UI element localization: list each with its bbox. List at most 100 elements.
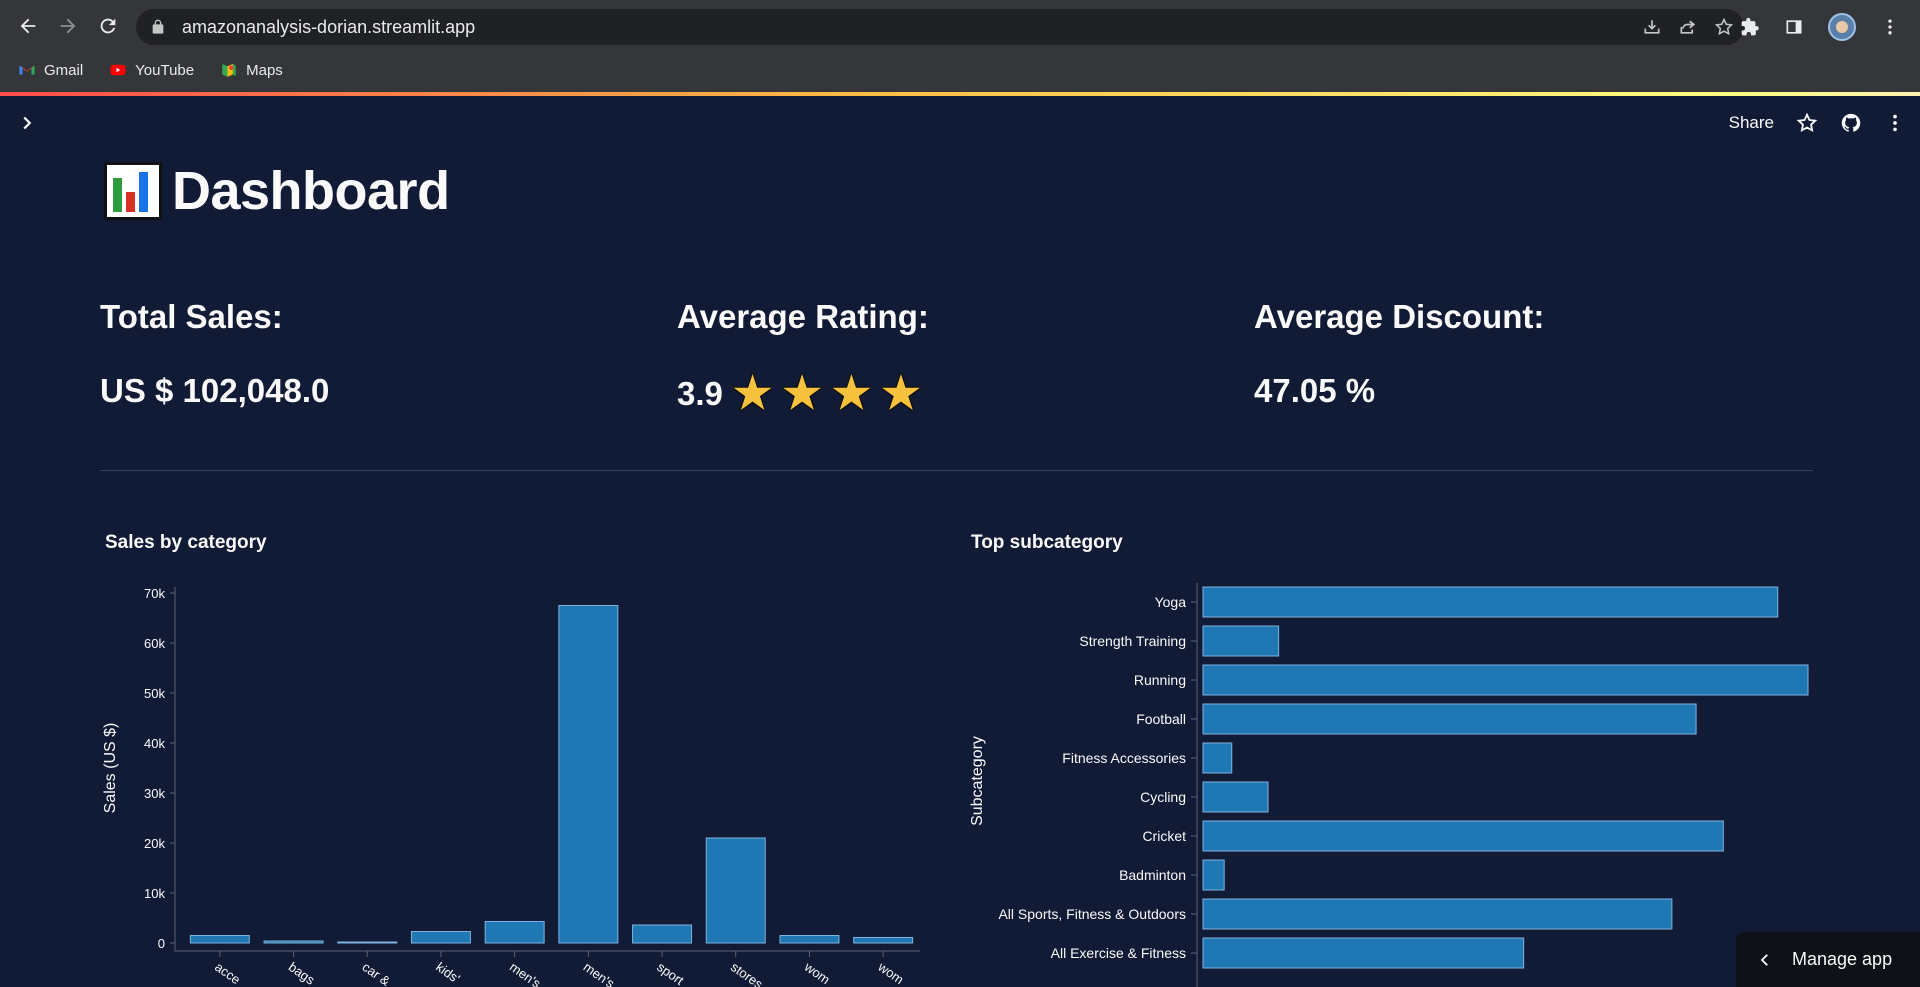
bookmark-youtube[interactable]: YouTube [109, 56, 202, 84]
y-tick-label: Fitness Accessories [1062, 750, 1186, 766]
star-icon: ★ [831, 369, 872, 418]
metric-label: Average Discount: [1254, 298, 1545, 335]
bar [189, 935, 250, 944]
x-tick-label: acce [212, 959, 243, 987]
bookmark-star-icon[interactable] [1714, 17, 1734, 37]
sales-by-category-chart: Sales (US $) 0 10k 20k 30k 40k 50k 60k 70k acce ba… [102, 586, 920, 987]
x-tick-label: men's [581, 959, 618, 987]
metric-value: 47.05 % [1254, 372, 1376, 409]
bar [1202, 898, 1673, 930]
manage-app-button[interactable]: Manage app [1736, 932, 1920, 987]
y-tick-label: Yoga [1155, 594, 1187, 610]
bar [1202, 703, 1697, 735]
bar [779, 935, 840, 944]
y-tick-label: 50k [144, 686, 165, 701]
github-icon[interactable] [1840, 112, 1862, 134]
y-tick-label: 0 [158, 936, 165, 951]
metric-average-rating: Average Rating: 3.9 ★ ★ ★ ★ [677, 298, 929, 416]
bar [632, 924, 693, 944]
bar [263, 940, 324, 944]
star-icon: ★ [881, 369, 921, 418]
star-icon: ★ [782, 369, 822, 418]
forward-button[interactable] [48, 6, 88, 46]
y-tick-label: Running [1134, 672, 1186, 688]
address-bar-actions [1642, 9, 1734, 45]
x-tick-label: stores [728, 959, 766, 987]
metric-value: 3.9 [677, 375, 723, 412]
metric-average-discount: Average Discount: 47.05 % [1254, 298, 1544, 410]
extensions-icon[interactable] [1740, 17, 1760, 37]
y-tick-label: 40k [144, 736, 165, 751]
back-button[interactable] [8, 6, 48, 46]
metric-label: Average Rating: [677, 298, 929, 335]
app-header-actions: Share [1729, 108, 1906, 138]
x-tick-label: men's [507, 959, 544, 987]
app-header: Share [0, 96, 1920, 150]
browser-toolbar: amazonanalysis-dorian.streamlit.app [0, 0, 1920, 52]
y-tick-label: Cricket [1142, 828, 1186, 844]
divider [100, 470, 1813, 471]
x-tick-label: wom [875, 959, 907, 987]
y-tick-label: 30k [144, 786, 165, 801]
bar [1202, 859, 1225, 891]
y-tick-label: Cycling [1140, 789, 1186, 805]
x-tick-label: wom [801, 959, 833, 987]
profile-avatar[interactable] [1828, 13, 1856, 41]
bar [1202, 820, 1724, 852]
y-tick-label: Strength Training [1079, 633, 1186, 649]
y-tick-label: All Exercise & Fitness [1051, 945, 1186, 961]
expand-sidebar-chevron-icon[interactable] [16, 112, 38, 134]
browser-right-icons [1740, 10, 1900, 44]
y-axis-label: Sales (US $) [102, 723, 119, 814]
share-page-icon[interactable] [1678, 17, 1698, 37]
lock-icon [152, 19, 164, 34]
chart-title-top-subcategory: Top subcategory [971, 532, 1123, 553]
y-tick-label: Badminton [1119, 867, 1186, 883]
favorite-star-icon[interactable] [1796, 112, 1818, 134]
bar [558, 605, 619, 944]
install-app-icon[interactable] [1642, 17, 1662, 37]
bar [484, 921, 545, 944]
top-subcategory-chart: Subcategory Yoga Strength Training Running F… [969, 583, 1809, 987]
metric-value: US $ 102,048.0 [100, 372, 330, 409]
bar [337, 941, 398, 944]
metric-label: Total Sales: [100, 298, 283, 335]
back-arrow-icon [20, 18, 36, 34]
bar [1202, 664, 1809, 696]
chart-title-sales-by-category: Sales by category [105, 532, 267, 553]
y-tick-label: 20k [144, 836, 165, 851]
bar [1202, 625, 1280, 657]
reload-button[interactable] [88, 6, 128, 46]
address-bar[interactable]: amazonanalysis-dorian.streamlit.app [136, 9, 1744, 45]
page-title-block: Dashboard [104, 160, 450, 222]
page-title: Dashboard [172, 161, 450, 221]
gmail-icon [19, 65, 35, 75]
y-axis-label: Subcategory [969, 736, 986, 826]
bookmark-gmail[interactable]: Gmail [18, 56, 91, 84]
metric-total-sales: Total Sales: US $ 102,048.0 [100, 298, 329, 410]
app-menu-icon[interactable] [1884, 112, 1906, 134]
bar [1202, 781, 1269, 813]
star-icon: ★ [732, 369, 773, 418]
manage-app-label: Manage app [1792, 949, 1893, 969]
browser-menu-icon[interactable] [1880, 17, 1900, 37]
maps-icon [222, 64, 236, 77]
bar [853, 937, 914, 944]
x-tick-label: bags [286, 959, 318, 987]
y-tick-label: All Sports, Fitness & Outdoors [998, 906, 1186, 922]
share-button[interactable]: Share [1729, 113, 1774, 133]
x-tick-label: car & [360, 959, 394, 987]
bar [705, 837, 766, 944]
bar [410, 931, 471, 944]
bookmark-maps[interactable]: Maps [220, 56, 291, 84]
y-tick-label: 10k [144, 886, 165, 901]
y-tick-label: 60k [144, 636, 165, 651]
bar-chart-emoji-icon [104, 162, 162, 220]
reload-icon [100, 18, 116, 34]
chevron-left-icon [1760, 953, 1768, 966]
side-panel-icon[interactable] [1784, 17, 1804, 37]
bar [1202, 742, 1233, 774]
bar [1202, 937, 1525, 969]
x-tick-label: kids' [433, 959, 463, 986]
youtube-icon [110, 64, 126, 76]
